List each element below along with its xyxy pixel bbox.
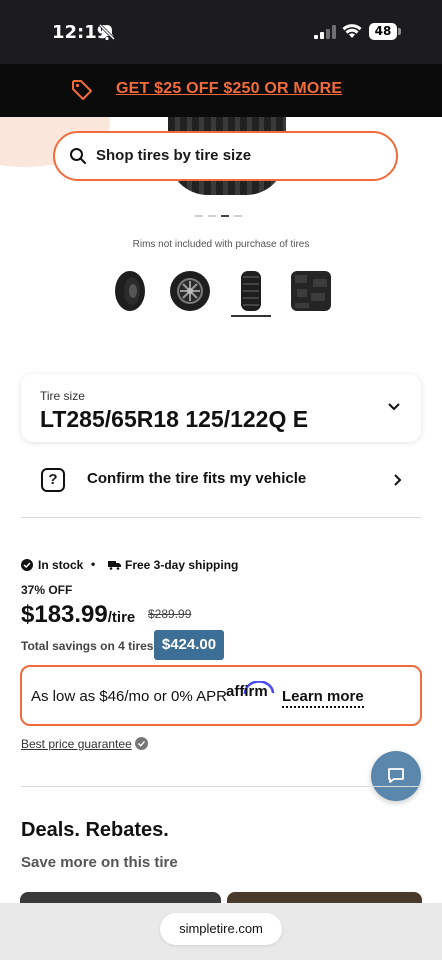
status-bar: 12:19 48 <box>0 0 442 64</box>
tire-front-thumb[interactable] <box>108 269 152 313</box>
discount-label: 37% OFF <box>21 583 73 597</box>
carousel-dot-active[interactable] <box>221 215 229 217</box>
carousel-dot[interactable] <box>208 215 216 217</box>
promo-banner[interactable]: GET $25 OFF $250 OR MORE <box>0 64 442 117</box>
battery-level: 48 <box>369 23 397 40</box>
price-unit: /tire <box>107 609 136 626</box>
tire-side-thumb[interactable] <box>229 269 273 313</box>
financing-box[interactable]: As low as $46/mo or 0% APR affirm Learn … <box>20 665 422 726</box>
financing-text: As low as $46/mo or 0% APR <box>31 688 227 705</box>
tire-size-label: Tire size <box>40 389 85 403</box>
best-price-guarantee-link[interactable]: Best price guarantee <box>21 737 132 751</box>
verified-badge-icon <box>135 737 148 750</box>
rims-note: Rims not included with purchase of tires <box>132 239 310 250</box>
separator-dot: • <box>91 557 96 571</box>
browser-toolbar: simpletire.com <box>0 903 442 960</box>
carousel-dot[interactable] <box>234 215 242 217</box>
stock-status: In stock <box>38 558 84 572</box>
address-bar[interactable]: simpletire.com <box>160 913 282 945</box>
rim-thumb[interactable] <box>168 269 212 313</box>
savings-badge: $424.00 <box>154 630 224 660</box>
battery-icon: 48 <box>369 23 401 40</box>
affirm-logo: affirm <box>226 683 268 700</box>
tire-size-value: LT285/65R18 125/122Q E <box>40 406 309 432</box>
chevron-down-icon <box>388 403 400 411</box>
chat-icon <box>388 768 404 783</box>
wifi-icon <box>342 24 362 38</box>
carousel-indicator <box>195 215 245 218</box>
active-thumb-indicator <box>231 315 271 317</box>
deals-subtitle: Save more on this tire <box>21 854 178 871</box>
tire-size-selector[interactable]: Tire size LT285/65R18 125/122Q E <box>21 374 421 442</box>
carousel-dot[interactable] <box>195 215 203 217</box>
divider <box>21 517 421 518</box>
divider <box>21 786 421 787</box>
savings-label: Total savings on 4 tires: <box>21 639 158 653</box>
search-placeholder: Shop tires by tire size <box>96 147 252 164</box>
chevron-right-icon <box>394 474 402 486</box>
deals-title: Deals. Rebates. <box>21 819 169 841</box>
product-gallery: Shop tires by tire size Rims not include… <box>0 117 442 337</box>
price: $183.99/tire <box>21 601 135 629</box>
tire-size-search[interactable]: Shop tires by tire size <box>53 131 398 181</box>
search-icon <box>70 148 86 164</box>
tread-thumb[interactable] <box>289 269 333 313</box>
bell-off-icon <box>98 23 116 41</box>
price-value: $183.99 <box>21 601 108 628</box>
question-icon: ? <box>41 468 65 492</box>
confirm-fit-label: Confirm the tire fits my vehicle <box>87 470 307 487</box>
shipping-info: Free 3-day shipping <box>125 558 239 572</box>
learn-more-link[interactable]: Learn more <box>282 688 364 708</box>
confirm-fit-row[interactable]: ? Confirm the tire fits my vehicle <box>21 455 421 505</box>
tag-icon <box>72 80 92 100</box>
signal-icon <box>314 25 336 39</box>
thumbnail-strip <box>0 269 442 319</box>
promo-link[interactable]: GET $25 OFF $250 OR MORE <box>116 80 342 98</box>
truck-icon <box>108 561 121 570</box>
chat-button[interactable] <box>371 751 421 801</box>
original-price: $289.99 <box>148 607 192 621</box>
check-circle-icon <box>21 559 33 571</box>
